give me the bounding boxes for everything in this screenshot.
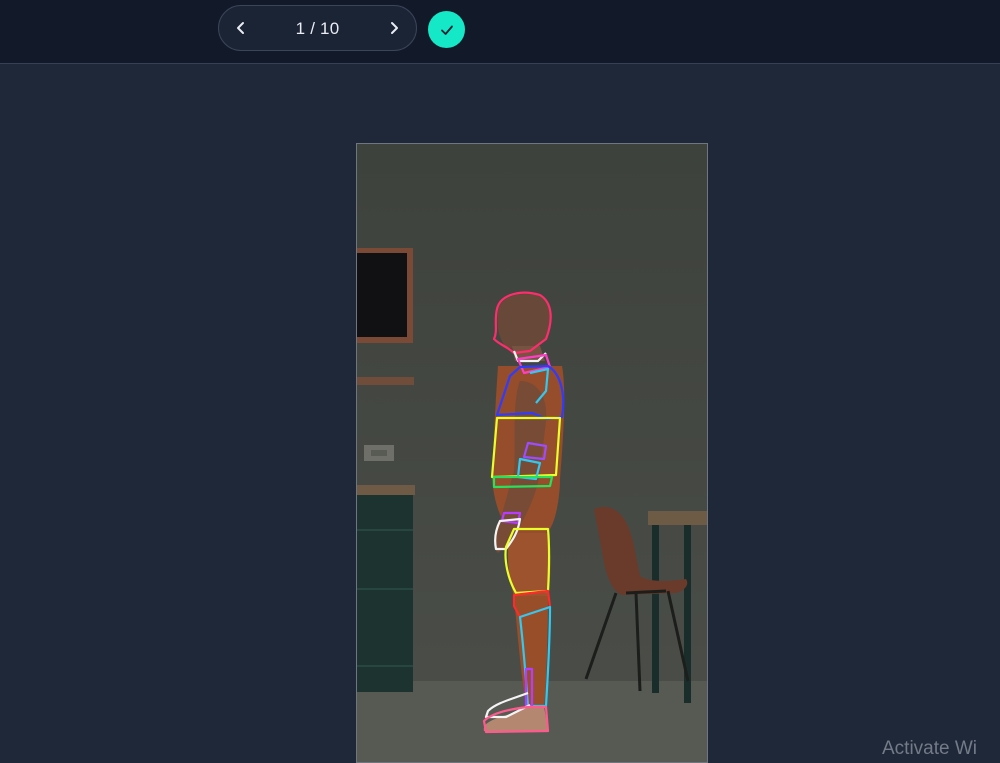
previous-image-button[interactable]	[228, 15, 254, 41]
cabinet	[357, 495, 413, 692]
table-top	[648, 511, 707, 525]
next-image-button[interactable]	[381, 15, 407, 41]
annotated-photo	[357, 144, 707, 762]
wall-screen	[357, 253, 407, 337]
shelf	[357, 377, 414, 385]
annotated-image[interactable]	[356, 143, 708, 763]
chevron-right-icon	[391, 22, 398, 34]
top-toolbar: 1 / 10	[0, 0, 1000, 64]
page-indicator: 1 / 10	[295, 19, 340, 38]
check-icon	[440, 25, 453, 35]
cabinet-top	[357, 485, 415, 495]
confirm-button[interactable]	[428, 11, 465, 48]
os-activation-watermark: Activate Wi	[882, 738, 978, 759]
switch-plate	[371, 450, 387, 456]
table-leg	[652, 525, 659, 693]
chevron-left-icon	[237, 22, 244, 34]
image-pager: 1 / 10	[218, 5, 417, 51]
